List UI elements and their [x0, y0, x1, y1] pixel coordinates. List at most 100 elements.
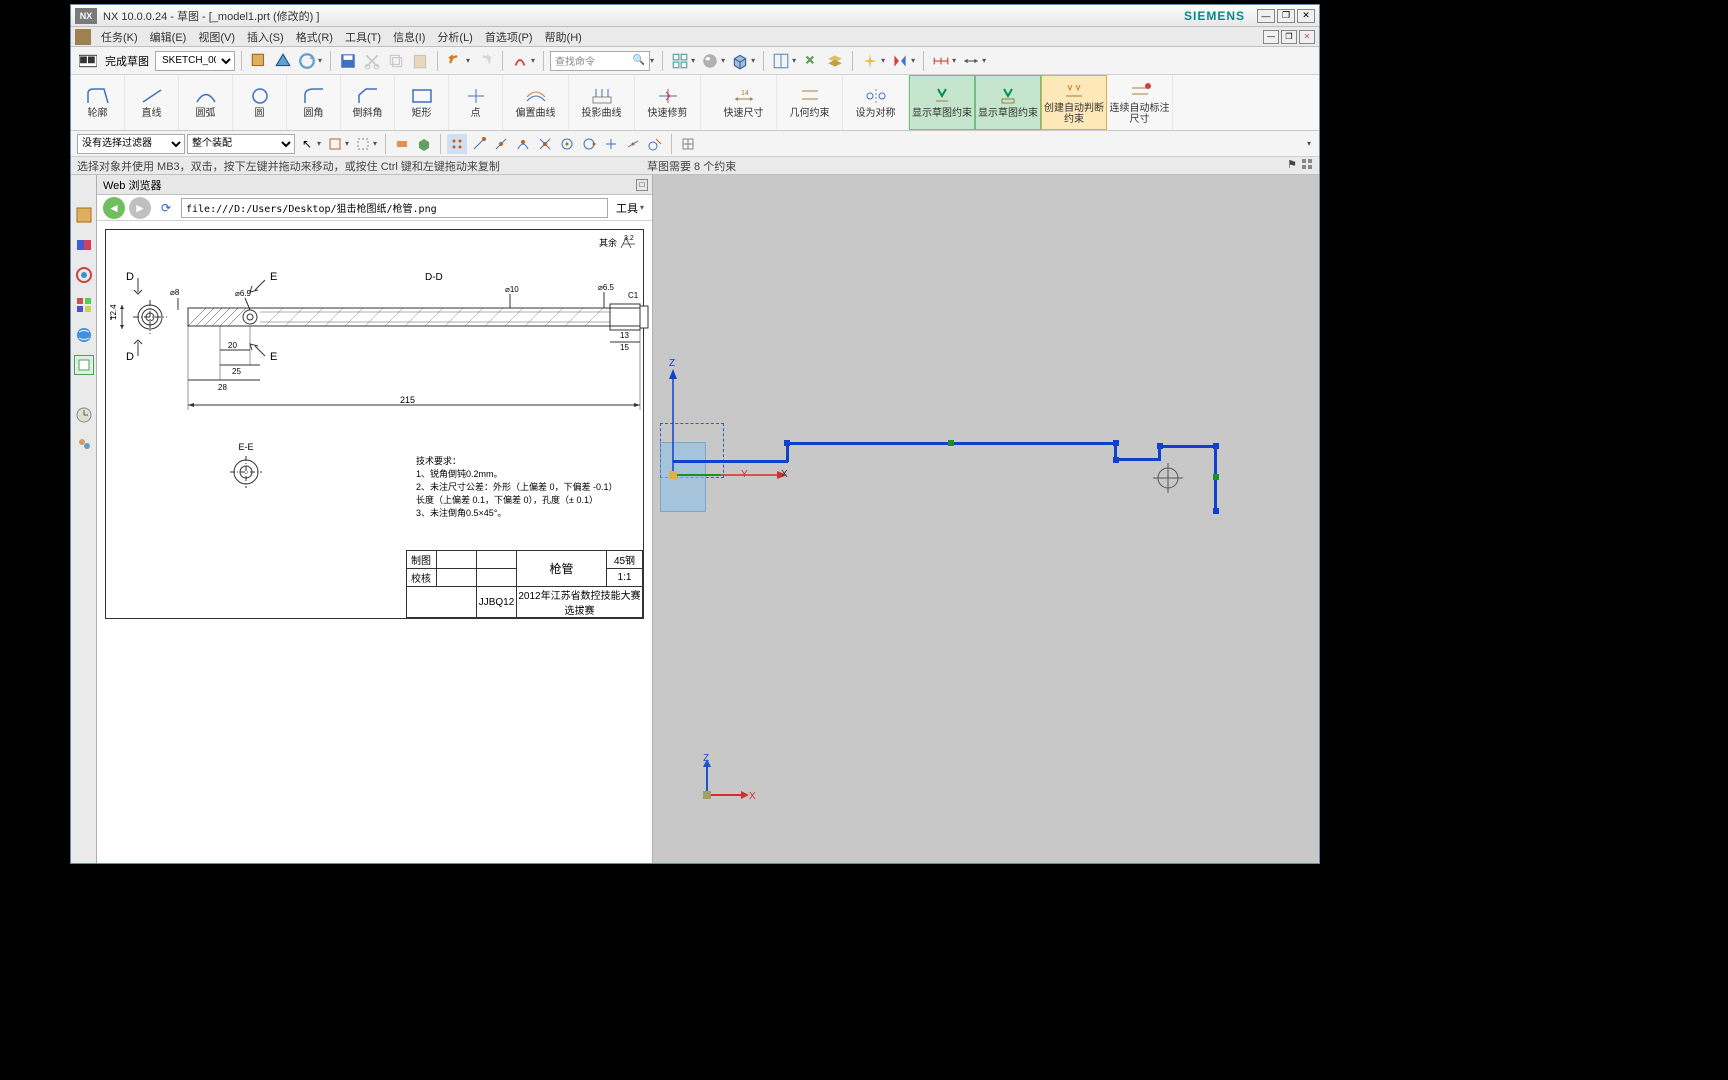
- sketch-midpoint[interactable]: [1213, 474, 1219, 480]
- rib-offset-curve[interactable]: 偏置曲线: [503, 75, 569, 130]
- panel-max-button[interactable]: □: [636, 179, 648, 191]
- render-style-dropdown[interactable]: ▾: [721, 56, 725, 65]
- sketch-point[interactable]: [1213, 443, 1219, 449]
- finish-sketch-icon[interactable]: [77, 50, 99, 72]
- command-search[interactable]: 查找命令🔍: [550, 51, 650, 71]
- undo-dropdown[interactable]: ▾: [466, 56, 470, 65]
- cut-icon[interactable]: [361, 50, 383, 72]
- sel-cursor-dropdown[interactable]: ▾: [317, 139, 321, 148]
- rib-project-curve[interactable]: 投影曲线: [569, 75, 635, 130]
- window-layout-icon[interactable]: [770, 50, 792, 72]
- snap-quad-icon[interactable]: [579, 134, 599, 154]
- refresh-button[interactable]: ⟳: [155, 197, 177, 219]
- snap-end-icon[interactable]: [469, 134, 489, 154]
- sel-box-icon[interactable]: [325, 134, 345, 154]
- snap-solid-icon[interactable]: [414, 134, 434, 154]
- view-grid-dropdown[interactable]: ▾: [691, 56, 695, 65]
- update-dropdown[interactable]: ▾: [318, 56, 322, 65]
- snap-mid-icon[interactable]: [491, 134, 511, 154]
- sketch-point[interactable]: [1157, 443, 1163, 449]
- rail-navigator-icon[interactable]: [74, 205, 94, 225]
- mirror-dropdown[interactable]: ▾: [911, 56, 915, 65]
- browser-tools[interactable]: 工具: [616, 200, 638, 216]
- sketch-seg-1[interactable]: [673, 460, 728, 463]
- forward-button[interactable]: ►: [129, 197, 151, 219]
- rib-arc[interactable]: 圆弧: [179, 75, 233, 130]
- rib-auto-constraint[interactable]: 创建自动判断约束: [1041, 75, 1107, 130]
- toolbar-overflow[interactable]: ▾: [1307, 139, 1311, 148]
- rib-make-symmetric[interactable]: 设为对称: [843, 75, 909, 130]
- finish-sketch-label[interactable]: 完成草图: [105, 53, 149, 69]
- sel-cross-dropdown[interactable]: ▾: [373, 139, 377, 148]
- rail-reuse-icon[interactable]: [74, 265, 94, 285]
- menu-start-icon[interactable]: [75, 29, 91, 45]
- sketch-midpoint[interactable]: [948, 440, 954, 446]
- sketch-seg-8[interactable]: [1158, 445, 1216, 448]
- sel-cross-icon[interactable]: [353, 134, 373, 154]
- save-icon[interactable]: [337, 50, 359, 72]
- rib-auto-dim[interactable]: 连续自动标注尺寸: [1107, 75, 1173, 130]
- tools-icon[interactable]: [800, 50, 822, 72]
- selection-filter[interactable]: 没有选择过滤器: [77, 134, 185, 154]
- rib-line[interactable]: 直线: [125, 75, 179, 130]
- close-button[interactable]: ✕: [1297, 9, 1315, 23]
- rib-geo-constraint[interactable]: 几何约束: [777, 75, 843, 130]
- layers-icon[interactable]: [824, 50, 846, 72]
- doc-close-button[interactable]: ✕: [1299, 30, 1315, 44]
- dim-horiz-dropdown[interactable]: ▾: [982, 56, 986, 65]
- flag-icon[interactable]: ⚑: [1287, 158, 1297, 173]
- rib-circle[interactable]: 圆: [233, 75, 287, 130]
- rib-fillet[interactable]: 圆角: [287, 75, 341, 130]
- menu-prefs[interactable]: 首选项(P): [479, 27, 539, 47]
- rib-chamfer[interactable]: 倒斜角: [341, 75, 395, 130]
- paste-icon[interactable]: [409, 50, 431, 72]
- minimize-button[interactable]: —: [1257, 9, 1275, 23]
- rail-part-icon[interactable]: [74, 235, 94, 255]
- snap-oncurve-icon[interactable]: [623, 134, 643, 154]
- render-style-icon[interactable]: [699, 50, 721, 72]
- dim-chain-icon[interactable]: [930, 50, 952, 72]
- menu-info[interactable]: 信息(I): [387, 27, 431, 47]
- sel-cursor-icon[interactable]: ↖: [297, 134, 317, 154]
- menu-view[interactable]: 视图(V): [192, 27, 241, 47]
- maximize-button[interactable]: ❐: [1277, 9, 1295, 23]
- sel-box-dropdown[interactable]: ▾: [345, 139, 349, 148]
- sketch-point[interactable]: [1213, 508, 1219, 514]
- search-dropdown[interactable]: ▾: [650, 56, 654, 65]
- menu-format[interactable]: 格式(R): [290, 27, 339, 47]
- box-icon[interactable]: [729, 50, 751, 72]
- sketch-point[interactable]: [1113, 457, 1119, 463]
- undo-icon[interactable]: [444, 50, 466, 72]
- rib-show-constraint1[interactable]: 显示草图约束: [909, 75, 975, 130]
- sparkle-dropdown[interactable]: ▾: [881, 56, 885, 65]
- rail-palette-icon[interactable]: [74, 295, 94, 315]
- snap-face-icon[interactable]: [392, 134, 412, 154]
- sketch-seg-6[interactable]: [1114, 458, 1160, 461]
- rail-roles-icon[interactable]: [74, 435, 94, 455]
- sparkle-icon[interactable]: [859, 50, 881, 72]
- rib-rapid-dim[interactable]: 14快速尺寸: [711, 75, 777, 130]
- menu-analyze[interactable]: 分析(L): [431, 27, 478, 47]
- rail-history-icon[interactable]: [74, 405, 94, 425]
- url-input[interactable]: [181, 198, 608, 218]
- menu-task[interactable]: 任务(K): [95, 27, 144, 47]
- doc-minimize-button[interactable]: —: [1263, 30, 1279, 44]
- browser-tools-dropdown[interactable]: ▾: [640, 203, 644, 212]
- rail-active-icon[interactable]: [74, 355, 94, 375]
- rib-point[interactable]: 点: [449, 75, 503, 130]
- sketch-seg-2[interactable]: [726, 460, 788, 463]
- snap-ctrl-icon[interactable]: [513, 134, 533, 154]
- reattach-icon[interactable]: [248, 50, 270, 72]
- assembly-filter[interactable]: 整个装配: [187, 134, 295, 154]
- table-icon[interactable]: [678, 134, 698, 154]
- copy-icon[interactable]: [385, 50, 407, 72]
- box-dropdown[interactable]: ▾: [751, 56, 755, 65]
- view-grid-icon[interactable]: [669, 50, 691, 72]
- menu-insert[interactable]: 插入(S): [241, 27, 290, 47]
- redo-icon[interactable]: [474, 50, 496, 72]
- menu-help[interactable]: 帮助(H): [539, 27, 588, 47]
- window-layout-dropdown[interactable]: ▾: [792, 56, 796, 65]
- snap-tangent-icon[interactable]: [645, 134, 665, 154]
- touch-icon[interactable]: [509, 50, 531, 72]
- mirror-icon[interactable]: [889, 50, 911, 72]
